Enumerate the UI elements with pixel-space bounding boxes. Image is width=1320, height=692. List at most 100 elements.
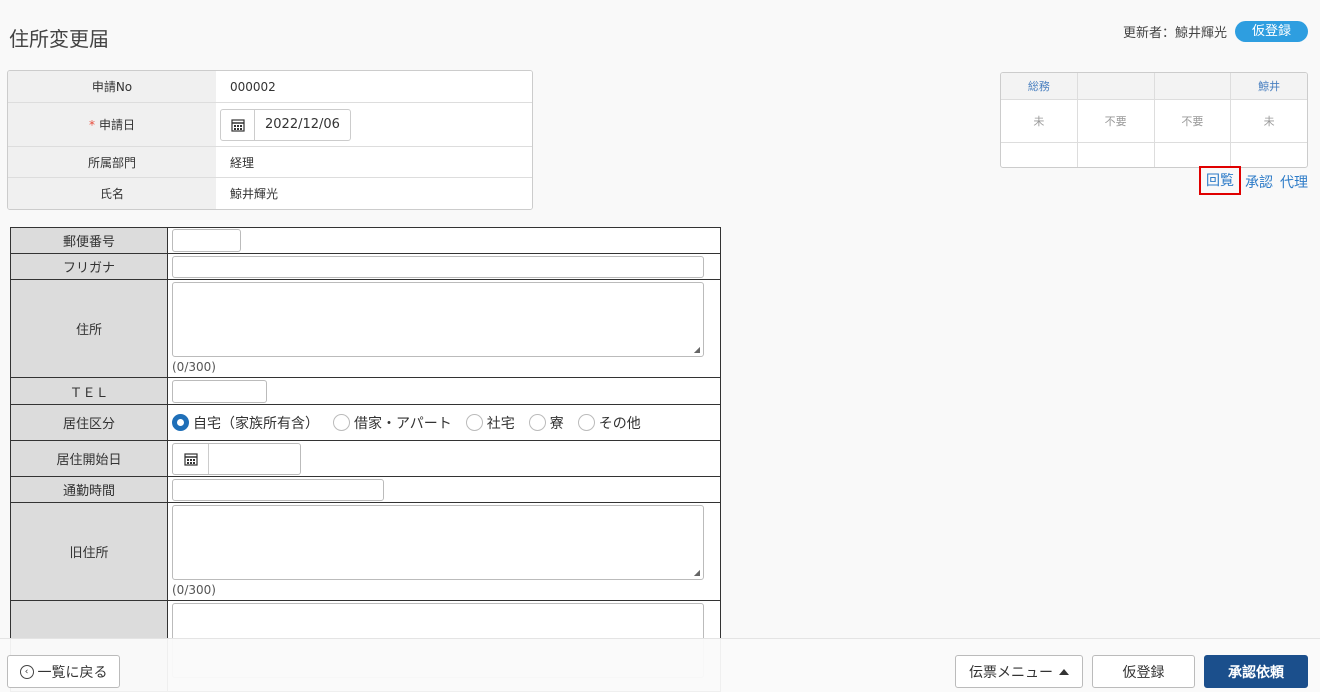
radio-other[interactable]: その他 xyxy=(577,413,641,433)
info-row-request-date: * 申請日 2022/12/06 xyxy=(8,103,532,147)
address-label: 住所 xyxy=(11,280,168,377)
approval-header-cell xyxy=(1154,73,1232,100)
form-row-residence-start: 居住開始日 xyxy=(11,441,720,477)
approval-status-cell: 不要 xyxy=(1154,100,1232,143)
tel-label: ＴＥＬ xyxy=(11,378,168,404)
approval-blank-row xyxy=(1001,143,1307,167)
residence-type-label: 居住区分 xyxy=(11,405,168,440)
bottom-action-bar: ‹ 一覧に戻る 伝票メニュー 仮登録 承認依頼 xyxy=(0,638,1320,692)
required-mark: * xyxy=(88,117,95,132)
header-info-table: 申請No 000002 * 申請日 2022/12/06 所属部門 経理 氏名 … xyxy=(7,70,533,210)
address-change-form: 郵便番号 フリガナ 住所 ◢ (0/300) ＴＥＬ 居住区分 自宅（家族所有含… xyxy=(10,227,721,692)
request-date-value: 2022/12/06 xyxy=(265,117,340,132)
calendar-icon[interactable] xyxy=(221,109,255,140)
radio-unchecked-icon[interactable] xyxy=(528,414,546,431)
address-char-counter: (0/300) xyxy=(172,360,216,374)
radio-own-home[interactable]: 自宅（家族所有含） xyxy=(172,413,319,433)
radio-label: 社宅 xyxy=(486,415,515,432)
form-row-residence-type: 居住区分 自宅（家族所有含） 借家・アパート 社宅 寮 その他 xyxy=(11,405,720,441)
radio-company-housing[interactable]: 社宅 xyxy=(465,413,515,433)
radio-unchecked-icon[interactable] xyxy=(333,414,350,431)
request-approval-button[interactable]: 承認依頼 xyxy=(1204,655,1308,688)
furigana-label: フリガナ xyxy=(11,254,168,279)
commute-label: 通勤時間 xyxy=(11,477,168,502)
approval-status-row: 未 不要 不要 未 xyxy=(1001,100,1307,143)
resize-grip-icon[interactable]: ◢ xyxy=(694,345,700,354)
resize-grip-icon[interactable]: ◢ xyxy=(694,568,700,577)
radio-label: その他 xyxy=(598,415,641,432)
request-date-field[interactable]: 2022/12/06 xyxy=(220,108,351,141)
old-address-cell: ◢ (0/300) xyxy=(168,503,720,600)
form-row-address: 住所 ◢ (0/300) xyxy=(11,280,720,378)
updater-text: 更新者：鯨井輝光 xyxy=(1122,26,1227,41)
page-title: 住所変更届 xyxy=(9,27,109,51)
status-badge: 仮登録 xyxy=(1234,21,1308,42)
department-value: 経理 xyxy=(216,147,532,177)
save-draft-button[interactable]: 仮登録 xyxy=(1092,655,1195,688)
approval-blank-cell xyxy=(1078,143,1155,167)
old-address-textarea[interactable]: ◢ xyxy=(172,505,704,580)
approval-blank-cell xyxy=(1001,143,1078,167)
residence-type-cell: 自宅（家族所有含） 借家・アパート 社宅 寮 その他 xyxy=(168,405,720,440)
furigana-cell xyxy=(168,254,720,279)
approval-grid: 総務 鯨井 未 不要 不要 未 xyxy=(1000,72,1308,168)
address-textarea[interactable]: ◢ xyxy=(172,282,704,357)
back-to-list-button[interactable]: ‹ 一覧に戻る xyxy=(7,655,120,688)
radio-unchecked-icon[interactable] xyxy=(577,414,595,431)
caret-up-icon xyxy=(1059,668,1069,675)
form-row-furigana: フリガナ xyxy=(11,254,720,280)
residence-start-date-field[interactable] xyxy=(172,442,301,475)
approval-status-cell: 未 xyxy=(1001,100,1078,143)
proxy-link[interactable]: 代理 xyxy=(1280,172,1308,192)
department-label: 所属部門 xyxy=(8,147,216,177)
updater-info: 更新者：鯨井輝光 仮登録 xyxy=(1123,21,1308,42)
residence-start-label: 居住開始日 xyxy=(11,441,168,476)
radio-checked-icon[interactable] xyxy=(172,414,189,431)
approval-actions: 回覧 承認 代理 xyxy=(1199,166,1308,195)
calendar-icon[interactable] xyxy=(173,443,209,474)
old-address-label: 旧住所 xyxy=(11,503,168,600)
request-date-cell: 2022/12/06 xyxy=(216,103,532,146)
approval-blank-cell xyxy=(1155,143,1232,167)
name-label: 氏名 xyxy=(8,178,216,209)
approval-header-cell: 鯨井 xyxy=(1231,73,1307,100)
address-cell: ◢ (0/300) xyxy=(168,280,720,377)
form-row-old-address: 旧住所 ◢ (0/300) xyxy=(11,503,720,601)
radio-unchecked-icon[interactable] xyxy=(465,414,483,431)
info-row-request-no: 申請No 000002 xyxy=(8,71,532,103)
postal-label: 郵便番号 xyxy=(11,228,168,253)
approval-status-cell: 未 xyxy=(1231,100,1307,143)
residence-start-cell xyxy=(168,441,720,476)
postal-cell xyxy=(168,228,720,253)
radio-label: 自宅（家族所有含） xyxy=(193,415,319,432)
approval-header-cell xyxy=(1077,73,1155,100)
tel-cell xyxy=(168,378,720,404)
info-row-name: 氏名 鯨井輝光 xyxy=(8,178,532,209)
request-date-label-text: 申請日 xyxy=(98,118,135,132)
form-row-commute: 通勤時間 xyxy=(11,477,720,503)
radio-label: 借家・アパート xyxy=(354,415,452,432)
radio-rental[interactable]: 借家・アパート xyxy=(333,413,452,433)
commute-cell xyxy=(168,477,720,502)
request-date-label: * 申請日 xyxy=(8,103,216,146)
slip-menu-label: 伝票メニュー xyxy=(969,664,1053,681)
tel-input[interactable] xyxy=(172,379,267,403)
chevron-left-icon: ‹ xyxy=(19,664,34,679)
slip-menu-button[interactable]: 伝票メニュー xyxy=(955,655,1083,688)
info-row-department: 所属部門 経理 xyxy=(8,147,532,178)
approval-header-cell: 総務 xyxy=(1001,73,1078,100)
circulate-link[interactable]: 回覧 xyxy=(1199,166,1241,195)
form-row-tel: ＴＥＬ xyxy=(11,378,720,405)
radio-dormitory[interactable]: 寮 xyxy=(528,413,564,433)
request-no-value: 000002 xyxy=(216,71,532,102)
furigana-input[interactable] xyxy=(172,255,704,278)
commute-input[interactable] xyxy=(172,478,384,501)
postal-input[interactable] xyxy=(172,229,241,252)
approval-blank-cell xyxy=(1231,143,1307,167)
approve-link[interactable]: 承認 xyxy=(1245,172,1273,192)
name-value: 鯨井輝光 xyxy=(216,178,532,209)
residence-type-radio-group: 自宅（家族所有含） 借家・アパート 社宅 寮 その他 xyxy=(172,413,655,433)
form-row-postal: 郵便番号 xyxy=(11,228,720,254)
approval-status-cell: 不要 xyxy=(1077,100,1155,143)
back-label: 一覧に戻る xyxy=(37,664,108,681)
